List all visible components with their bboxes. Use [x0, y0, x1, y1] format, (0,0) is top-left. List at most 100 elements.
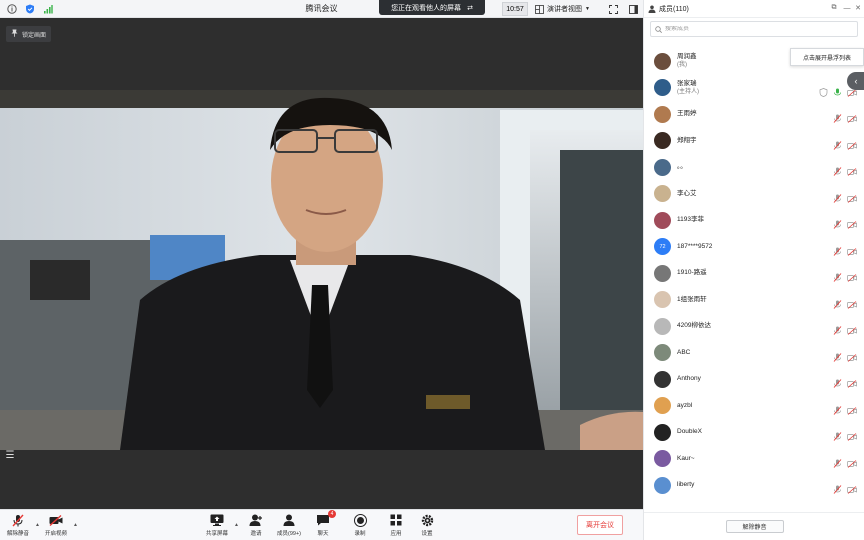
member-role: (主持人)	[677, 88, 699, 95]
unmute-all-button[interactable]: 解除静音	[725, 520, 784, 533]
mic-on-icon[interactable]	[833, 84, 842, 95]
apps-grid-icon	[389, 513, 403, 527]
camera-off-icon[interactable]	[847, 216, 857, 229]
avatar	[654, 370, 671, 388]
member-name-text: ABC	[677, 348, 691, 356]
member-row[interactable]: 王雨婷	[644, 101, 864, 128]
settings-label: 设置	[421, 531, 433, 537]
mic-muted-icon[interactable]	[833, 269, 842, 282]
camera-off-icon[interactable]	[847, 243, 857, 256]
member-row[interactable]: 1910-路遥	[644, 260, 864, 287]
screen-share-banner[interactable]: 您正在观看他人的屏幕 ⇄	[379, 0, 485, 15]
start-video-button[interactable]: 开启视频	[36, 513, 76, 537]
camera-off-icon[interactable]	[847, 110, 857, 123]
mic-muted-icon[interactable]	[833, 481, 842, 494]
mic-muted-icon[interactable]	[833, 110, 842, 123]
camera-off-icon[interactable]	[847, 163, 857, 176]
add-user-icon	[249, 513, 263, 527]
member-name: 张家瑞 (主持人)	[677, 80, 699, 96]
signal-icon[interactable]	[42, 3, 54, 15]
leave-meeting-button[interactable]: 离开会议	[577, 515, 623, 535]
camera-off-icon[interactable]	[847, 349, 857, 362]
member-name-text: 郑翔宇	[677, 136, 697, 144]
mic-muted-icon[interactable]	[833, 322, 842, 335]
search-input[interactable]	[665, 26, 845, 32]
info-icon[interactable]	[6, 3, 18, 15]
popout-icon[interactable]: ⧉	[829, 3, 839, 13]
camera-off-icon[interactable]	[847, 190, 857, 203]
camera-off-icon[interactable]	[847, 322, 857, 335]
member-row[interactable]: Anthony	[644, 366, 864, 393]
avatar	[654, 132, 671, 150]
mic-muted-icon[interactable]	[833, 296, 842, 309]
camera-off-icon[interactable]	[847, 296, 857, 309]
member-row[interactable]: DoubleX	[644, 419, 864, 446]
mic-muted-icon[interactable]	[833, 137, 842, 150]
grid-icon	[535, 4, 544, 14]
camera-off-icon[interactable]	[847, 481, 857, 494]
mic-muted-icon[interactable]	[833, 375, 842, 388]
mic-muted-icon[interactable]	[833, 428, 842, 441]
mic-muted-icon[interactable]	[833, 402, 842, 415]
member-row[interactable]: Kaur~	[644, 446, 864, 473]
meeting-toolbar: 解除静音 ▲ 开启视频 ▲ 共享屏幕 ▲ 邀请 成员(99+) 4 聊天 录制 …	[0, 509, 643, 540]
layout-icon[interactable]	[626, 2, 640, 16]
camera-off-icon[interactable]	[847, 402, 857, 415]
member-name-text: ayzbl	[677, 401, 693, 409]
mic-muted-icon[interactable]	[833, 216, 842, 229]
camera-off-icon[interactable]	[847, 455, 857, 468]
shield-icon[interactable]	[24, 3, 36, 15]
mic-muted-icon[interactable]	[833, 163, 842, 176]
member-row[interactable]: 。。	[644, 154, 864, 181]
speaker-video[interactable]	[0, 90, 643, 450]
swap-icon[interactable]: ⇄	[467, 4, 473, 12]
settings-button[interactable]: 设置	[407, 513, 447, 537]
member-name-text: 王雨婷	[677, 110, 697, 118]
member-row[interactable]: ABC	[644, 340, 864, 367]
members-icon	[282, 513, 296, 527]
member-row[interactable]: liberty	[644, 472, 864, 499]
member-row[interactable]: 1组张雨轩	[644, 287, 864, 314]
mic-muted-icon[interactable]	[833, 455, 842, 468]
chat-badge: 4	[328, 510, 336, 518]
unmute-button[interactable]: 解除静音	[0, 513, 38, 537]
member-row[interactable]: 72 187****9572	[644, 234, 864, 261]
banner-text: 您正在观看他人的屏幕	[391, 4, 462, 12]
fullscreen-icon[interactable]	[606, 2, 620, 16]
lock-view-button[interactable]: 锁定画面	[6, 26, 52, 42]
member-row[interactable]: 郑翔宇	[644, 128, 864, 155]
member-name: Kaur~	[677, 455, 695, 463]
share-screen-button[interactable]: 共享屏幕	[197, 513, 237, 537]
record-button[interactable]: 录制	[340, 513, 380, 537]
chevron-left-icon[interactable]: ‹	[847, 72, 864, 90]
close-icon[interactable]: ✕	[853, 3, 863, 13]
expand-floating-list-tooltip[interactable]: 点击展开悬浮列表	[790, 48, 864, 66]
chevron-up-icon[interactable]: ▲	[73, 522, 78, 528]
member-name-text: 张家瑞	[677, 79, 697, 87]
member-row[interactable]: 1193李菲	[644, 207, 864, 234]
member-name: 1193李菲	[677, 216, 704, 224]
view-mode-dropdown[interactable]: 演讲者视图 ▼	[535, 2, 590, 16]
gear-icon	[420, 513, 434, 527]
member-name-text: liberty	[677, 481, 695, 489]
camera-off-icon[interactable]	[847, 137, 857, 150]
member-name-text: Anthony	[677, 375, 701, 383]
mic-muted-icon[interactable]	[833, 243, 842, 256]
chat-button[interactable]: 4 聊天	[303, 510, 343, 537]
minimize-icon[interactable]: —	[842, 3, 852, 13]
member-search[interactable]	[650, 21, 858, 37]
monitor-icon	[210, 513, 224, 527]
member-name: ABC	[677, 349, 690, 357]
member-row[interactable]: 4209柳依达	[644, 313, 864, 340]
member-row[interactable]: ayzbl	[644, 393, 864, 420]
search-icon	[655, 25, 662, 33]
mic-muted-icon[interactable]	[833, 349, 842, 362]
menu-icon[interactable]: ☰	[3, 448, 17, 462]
member-row[interactable]: 张家瑞 (主持人)	[644, 75, 864, 102]
camera-off-icon[interactable]	[847, 428, 857, 441]
camera-off-icon[interactable]	[847, 375, 857, 388]
member-row[interactable]: 李心艾	[644, 181, 864, 208]
member-name-text: 。。	[677, 163, 687, 171]
camera-off-icon[interactable]	[847, 269, 857, 282]
mic-muted-icon[interactable]	[833, 190, 842, 203]
